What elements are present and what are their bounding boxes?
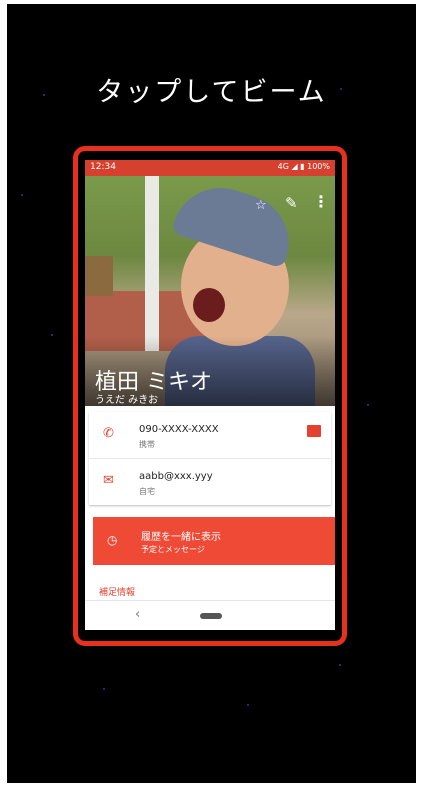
navigation-bar: ‹: [85, 600, 335, 630]
favorite-star-icon[interactable]: ☆: [255, 198, 267, 213]
background-star: [339, 664, 341, 666]
contact-screen[interactable]: 12:34 4G ◢ ▮ 100% ☆ ✎ ⋮ 植田 ミキオ うえだ みきお ✆…: [85, 160, 335, 630]
back-icon[interactable]: ‹: [135, 607, 140, 622]
history-subtitle: 予定とメッセージ: [141, 545, 205, 554]
contact-details-card: ✆ 090-XXXX-XXXX 携帯 ✉ aabb@xxx.yyy 自宅: [89, 412, 331, 505]
edit-pencil-icon[interactable]: ✎: [285, 194, 298, 212]
status-indicators: 4G ◢ ▮ 100%: [277, 162, 330, 171]
status-time: 12:34: [90, 162, 116, 172]
contact-photo: ☆ ✎ ⋮ 植田 ミキオ うえだ みきお: [85, 176, 335, 406]
history-title: 履歴を一緒に表示: [141, 532, 221, 543]
background-star: [51, 334, 53, 336]
background-star: [367, 404, 369, 406]
status-bar: 12:34 4G ◢ ▮ 100%: [85, 160, 335, 176]
home-pill-icon[interactable]: [200, 613, 222, 619]
more-options-icon[interactable]: ⋮: [313, 192, 329, 211]
email-address: aabb@xxx.yyy: [139, 471, 213, 482]
contact-yomi: うえだ みきお: [95, 395, 159, 406]
background-star: [21, 194, 23, 196]
background-star: [247, 704, 249, 706]
background-star: [103, 688, 105, 690]
message-icon[interactable]: [307, 425, 321, 437]
history-button[interactable]: ◷ 履歴を一緒に表示 予定とメッセージ: [93, 517, 335, 565]
email-type: 自宅: [139, 487, 155, 496]
beam-title: タップしてビーム: [96, 77, 327, 108]
email-icon: ✉: [103, 473, 114, 488]
email-row[interactable]: ✉ aabb@xxx.yyy 自宅: [89, 459, 331, 505]
phone-icon: ✆: [103, 426, 114, 441]
history-icon: ◷: [107, 533, 118, 547]
phone-type: 携帯: [139, 440, 155, 449]
phone-row[interactable]: ✆ 090-XXXX-XXXX 携帯: [89, 412, 331, 458]
child-mouth: [193, 288, 225, 322]
playground-pole: [145, 176, 159, 351]
extra-info-header: 補足情報: [99, 588, 136, 598]
bench: [85, 256, 113, 296]
phone-number: 090-XXXX-XXXX: [139, 424, 219, 435]
